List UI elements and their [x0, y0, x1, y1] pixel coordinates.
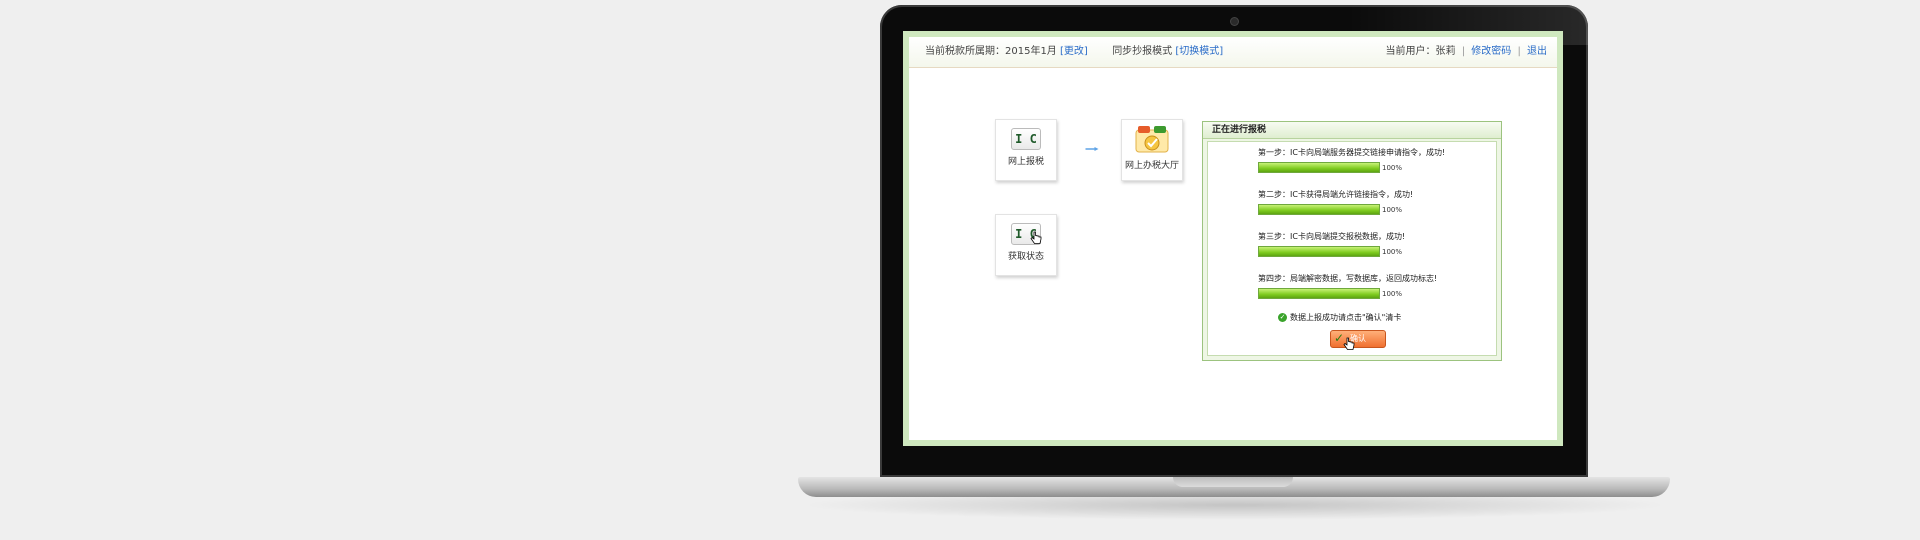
step-1-progress: [1258, 162, 1380, 173]
step-1-percent: 100%: [1382, 164, 1403, 172]
online-tax-tile[interactable]: I C 网上报税: [995, 119, 1057, 181]
logout-link[interactable]: 退出: [1527, 46, 1547, 57]
ic-card-icon: I C: [1011, 128, 1041, 150]
step-4-percent: 100%: [1382, 290, 1403, 298]
switch-mode-link[interactable]: [切换模式]: [1175, 46, 1223, 57]
success-message: ✓ 数据上报成功请点击"确认"清卡: [1278, 312, 1401, 323]
step-3-text: 第三步：IC卡向局端提交报税数据，成功!: [1258, 232, 1406, 241]
hand-cursor-icon: [1343, 337, 1355, 350]
success-text: 数据上报成功请点击"确认"清卡: [1290, 313, 1402, 322]
change-period-link[interactable]: [更改]: [1060, 46, 1088, 57]
camera-icon: [1231, 18, 1238, 25]
progress-fill: [1259, 247, 1379, 256]
step-4-text: 第四步：局端解密数据，写数据库，返回成功标志!: [1258, 274, 1438, 283]
dialog-body: 第一步：IC卡向局端服务器提交链接申请指令，成功! 100% 第二步：IC卡获得…: [1207, 141, 1497, 356]
progress-fill: [1259, 205, 1379, 214]
step-2-progress: [1258, 204, 1380, 215]
progress-fill: [1259, 163, 1379, 172]
tax-hall-icon: [1135, 126, 1169, 153]
success-check-icon: ✓: [1278, 313, 1287, 322]
step-2-text: 第二步：IC卡获得局端允许链接指令，成功!: [1258, 190, 1414, 199]
laptop-base: [798, 477, 1670, 497]
confirm-button[interactable]: ✓ 确认: [1330, 330, 1386, 350]
period-info: 当前税款所属期：2015年1月 [更改] 同步抄报模式 [切换模式]: [925, 37, 1223, 67]
change-password-link[interactable]: 修改密码: [1471, 46, 1511, 57]
top-bar: 当前税款所属期：2015年1月 [更改] 同步抄报模式 [切换模式] 当前用户：…: [909, 37, 1557, 68]
online-hall-label: 网上办税大厅: [1124, 161, 1179, 171]
app-screen: 当前税款所属期：2015年1月 [更改] 同步抄报模式 [切换模式] 当前用户：…: [903, 31, 1563, 446]
step-4-progress: [1258, 288, 1380, 299]
reporting-dialog: 正在进行报税 第一步：IC卡向局端服务器提交链接申请指令，成功! 100% 第二…: [1202, 121, 1502, 361]
laptop-notch: [1173, 477, 1293, 487]
progress-fill: [1259, 289, 1379, 298]
period-label: 当前税款所属期：: [925, 46, 1005, 57]
user-name: 张莉: [1435, 46, 1456, 57]
user-label: 当前用户：: [1385, 46, 1436, 57]
dialog-title: 正在进行报税: [1203, 122, 1501, 139]
separator: |: [1461, 46, 1466, 57]
step-1-text: 第一步：IC卡向局端服务器提交链接申请指令，成功!: [1258, 148, 1446, 157]
user-info: 当前用户：张莉 | 修改密码 | 退出: [1386, 37, 1548, 67]
online-tax-label: 网上报税: [1007, 157, 1044, 167]
online-hall-tile[interactable]: 网上办税大厅: [1121, 119, 1183, 181]
hand-cursor-icon: [1030, 231, 1042, 244]
separator: |: [1517, 46, 1521, 57]
sync-mode-label: 同步抄报模式: [1112, 46, 1173, 57]
period-value: 2015年1月: [1005, 46, 1057, 57]
step-3-progress: [1258, 246, 1380, 257]
step-3-percent: 100%: [1382, 248, 1403, 256]
get-status-label: 获取状态: [1007, 252, 1044, 262]
step-2-percent: 100%: [1382, 206, 1403, 214]
get-status-tile[interactable]: I C 获取状态: [995, 214, 1057, 276]
arrow-right-icon: [1085, 147, 1099, 151]
